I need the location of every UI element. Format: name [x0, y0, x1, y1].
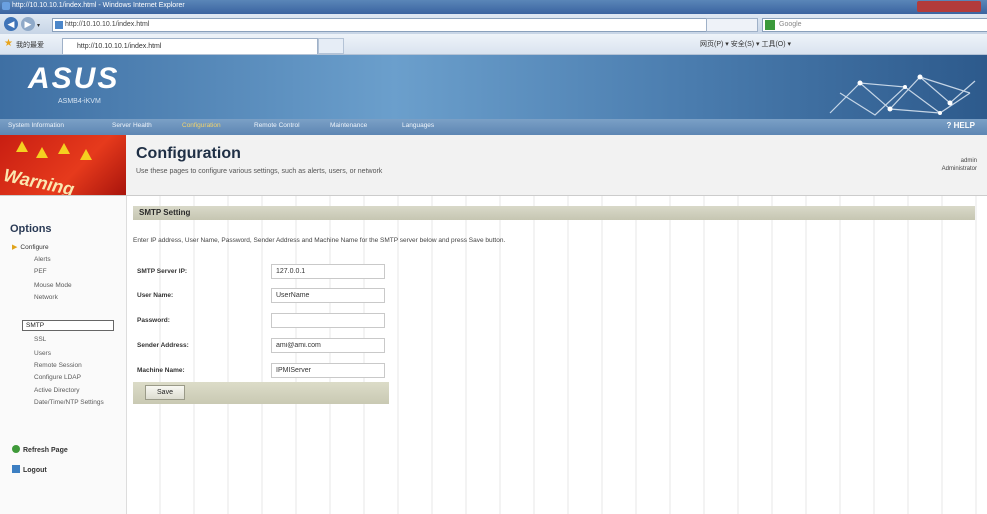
page-title: Configuration [136, 145, 241, 162]
nav-remote-control[interactable]: Remote Control [254, 122, 300, 129]
sidebar-item-users[interactable]: Users [34, 350, 51, 357]
asus-logo: ASUS [28, 62, 120, 95]
page-favicon-icon [55, 21, 63, 29]
button-bar: Save [133, 382, 389, 404]
nav-languages[interactable]: Languages [402, 122, 434, 129]
sidebar-item-configure-ldap[interactable]: Configure LDAP [34, 374, 81, 381]
logout-label: Logout [23, 467, 47, 474]
warning-text: Warning [1, 165, 77, 195]
refresh-stop-buttons[interactable] [706, 18, 758, 32]
forward-button[interactable]: ▶ [21, 17, 35, 31]
main-content: SMTP Setting Enter IP address, User Name… [127, 196, 987, 514]
address-text: http://10.10.10.1/index.html [65, 21, 150, 28]
search-provider-icon [765, 20, 775, 30]
favorites-label[interactable]: 我的最爱 [16, 40, 44, 50]
logout-link[interactable]: Logout [12, 465, 47, 474]
sidebar-configure-label: Configure [20, 244, 49, 251]
warning-banner-image: Warning [0, 135, 126, 195]
help-label: HELP [953, 121, 975, 130]
tab-title: http://10.10.10.1/index.html [77, 43, 162, 50]
sidebar-item-configure[interactable]: ▶ Configure [12, 243, 49, 251]
command-bar[interactable]: 网页(P) ▾ 安全(S) ▾ 工具(O) ▾ [700, 39, 791, 49]
sidebar-item-remote-session[interactable]: Remote Session [34, 362, 82, 369]
instructions-text: Enter IP address, User Name, Password, S… [133, 237, 506, 244]
sidebar-item-active-directory[interactable]: Active Directory [34, 387, 80, 394]
sidebar-item-pef[interactable]: PEF [34, 268, 47, 275]
nav-system-information[interactable]: System Information [8, 122, 64, 129]
help-button[interactable]: ? HELP [947, 121, 975, 130]
window-title: http://10.10.10.1/index.html - Windows I… [12, 2, 185, 9]
save-button[interactable]: Save [145, 385, 185, 400]
ie-icon [2, 2, 10, 10]
warning-triangle-icon [16, 141, 28, 152]
product-subtitle: ASMB4-iKVM [58, 98, 101, 105]
user-role: Administrator [941, 166, 977, 172]
password-label: Password: [137, 317, 170, 324]
page-title-band: Warning Configuration Use these pages to… [0, 135, 987, 196]
sidebar: Options ▶ Configure Alerts PEF Mouse Mode… [0, 196, 127, 514]
smtp-server-ip-label: SMTP Server IP: [137, 268, 188, 275]
window-title-bar: http://10.10.10.1/index.html - Windows I… [0, 0, 987, 14]
page-description: Use these pages to configure various set… [136, 168, 383, 175]
user-info: admin Administrator [942, 157, 977, 173]
warning-triangle-icon [36, 147, 48, 158]
app-header: ASUS ASMB4-iKVM [0, 55, 987, 119]
sidebar-item-date-time-ntp[interactable]: Date/Time/NTP Settings [34, 399, 104, 406]
nav-maintenance[interactable]: Maintenance [330, 122, 367, 129]
search-input[interactable]: Google [762, 18, 987, 32]
favorites-star-icon[interactable]: ★ [4, 38, 13, 49]
refresh-page-link[interactable]: Refresh Page [12, 445, 68, 454]
address-toolbar: ◀ ▶ ▾ http://10.10.10.1/index.html Googl… [0, 14, 987, 34]
sidebar-item-ssl[interactable]: SSL [34, 336, 46, 343]
sender-address-label: Sender Address: [137, 342, 189, 349]
back-button[interactable]: ◀ [4, 17, 18, 31]
nav-configuration[interactable]: Configuration [182, 122, 221, 129]
main-nav: System Information Server Health Configu… [0, 119, 987, 135]
sidebar-item-network[interactable]: Network [34, 294, 58, 301]
smtp-server-ip-input[interactable] [271, 264, 385, 279]
history-dropdown-icon[interactable]: ▾ [37, 22, 40, 29]
machine-name-input[interactable] [271, 363, 385, 378]
warning-triangle-icon [58, 143, 70, 154]
new-tab-button[interactable] [318, 38, 344, 54]
logout-icon [12, 465, 20, 473]
user-name-label: User Name: [137, 292, 174, 299]
warning-triangle-icon [80, 149, 92, 160]
address-bar[interactable]: http://10.10.10.1/index.html [52, 18, 716, 32]
expand-arrow-icon: ▶ [12, 244, 18, 251]
nav-server-health[interactable]: Server Health [112, 122, 152, 129]
sidebar-item-mouse-mode[interactable]: Mouse Mode [34, 282, 72, 289]
window-controls[interactable] [917, 1, 981, 12]
search-placeholder: Google [779, 21, 802, 28]
sidebar-item-smtp[interactable]: SMTP [26, 322, 44, 329]
user-name: admin [960, 158, 977, 164]
refresh-page-label: Refresh Page [23, 447, 68, 454]
machine-name-label: Machine Name: [137, 367, 185, 374]
section-header: SMTP Setting [133, 206, 975, 220]
refresh-icon [12, 445, 20, 453]
user-name-input[interactable] [271, 288, 385, 303]
sender-address-input[interactable] [271, 338, 385, 353]
browser-tab[interactable]: http://10.10.10.1/index.html [62, 38, 318, 54]
help-icon: ? [946, 121, 952, 130]
sidebar-header: Options [10, 223, 52, 235]
password-input[interactable] [271, 313, 385, 328]
sidebar-item-alerts[interactable]: Alerts [34, 256, 51, 263]
network-graphic-icon [829, 74, 976, 116]
favorites-bar: ★ 我的最爱 http://10.10.10.1/index.html 网页(P… [0, 34, 987, 55]
